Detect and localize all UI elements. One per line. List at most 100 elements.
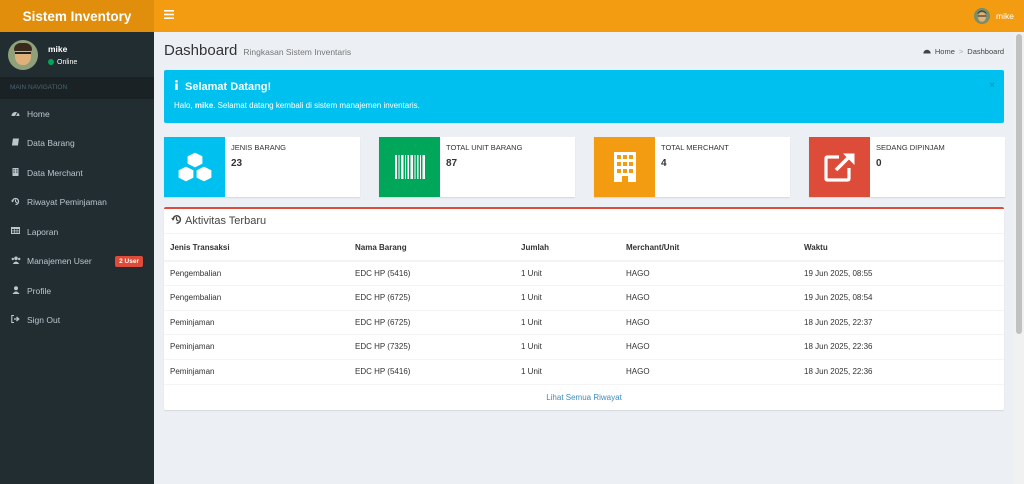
status-badge: Online — [48, 59, 77, 66]
app-title: Sistem Inventory — [22, 8, 132, 24]
top-navbar: mike — [154, 0, 1024, 32]
sign-out-icon — [11, 315, 20, 325]
activity-box: Aktivitas Terbaru Jenis Transaksi Nama B… — [164, 207, 1004, 410]
column-header: Waktu — [798, 234, 1004, 262]
page-subtitle: Ringkasan Sistem Inventaris — [243, 47, 352, 57]
alert-text-prefix: Halo, — [174, 101, 195, 110]
table-cell: EDC HP (6725) — [349, 309, 515, 335]
user-icon — [11, 285, 20, 296]
alert-text: Halo, mike. Selamat datang kembali di si… — [174, 101, 994, 110]
sidebar-item-data-merchant[interactable]: Data Merchant — [0, 158, 154, 188]
activity-table: Jenis Transaksi Nama Barang Jumlah Merch… — [164, 234, 1004, 384]
table-row: Pengembalian EDC HP (5416) 1 Unit HAGO 1… — [164, 260, 1004, 286]
info-label: SEDANG DIPINJAM — [876, 143, 945, 152]
column-header: Nama Barang — [349, 234, 515, 262]
table-row: Pengembalian EDC HP (6725) 1 Unit HAGO 1… — [164, 285, 1004, 310]
book-icon — [11, 138, 20, 148]
sidebar-item-profile[interactable]: Profile — [0, 276, 154, 306]
table-cell: 18 Jun 2025, 22:36 — [798, 358, 1004, 384]
alert-text-suffix: . Selamat datang kembali di sistem manaj… — [213, 101, 420, 110]
status-text: Online — [57, 58, 78, 66]
table-cell: HAGO — [620, 285, 798, 310]
barcode-icon — [379, 137, 440, 197]
view-all-history-link[interactable]: Lihat Semua Riwayat — [164, 383, 1004, 410]
user-panel: mike Online — [0, 32, 154, 77]
table-row: Peminjaman EDC HP (5416) 1 Unit HAGO 18 … — [164, 358, 1004, 384]
hamburger-icon[interactable] — [164, 10, 174, 22]
table-cell: EDC HP (6725) — [349, 285, 515, 310]
breadcrumb-separator: > — [958, 47, 964, 56]
cubes-icon — [164, 137, 225, 197]
sidebar-item-home[interactable]: Home — [0, 99, 154, 129]
sidebar-item-label: Home — [27, 108, 50, 119]
sidebar-item-data-barang[interactable]: Data Barang — [0, 129, 154, 159]
table-cell: 1 Unit — [515, 285, 620, 310]
table-header-row: Jenis Transaksi Nama Barang Jumlah Merch… — [164, 234, 1004, 262]
table-cell: 1 Unit — [515, 260, 620, 286]
sidebar-item-sign-out[interactable]: Sign Out — [0, 306, 154, 336]
page-scrollbar[interactable] — [1014, 32, 1024, 484]
online-dot-icon — [48, 59, 54, 65]
table-cell: 1 Unit — [515, 334, 620, 359]
alert-title-text: Selamat Datang! — [185, 80, 272, 93]
sidebar: mike Online MAIN NAVIGATION Home Data Ba… — [0, 32, 154, 484]
alert-user: mike — [194, 101, 214, 110]
page-title: Dashboard — [164, 42, 238, 59]
scrollbar-thumb[interactable] — [1016, 34, 1022, 334]
column-header: Merchant/Unit — [620, 234, 798, 262]
sidebar-item-laporan[interactable]: Laporan — [0, 217, 154, 247]
building-icon — [594, 137, 655, 197]
sidebar-item-label: Laporan — [27, 226, 59, 237]
info-box-total-merchant: TOTAL MERCHANT 4 — [594, 137, 790, 197]
welcome-alert: Selamat Datang! Halo, mike. Selamat data… — [164, 70, 1004, 123]
table-cell: Pengembalian — [164, 285, 349, 310]
sidebar-item-manajemen-user[interactable]: Manajemen User 2 User — [0, 247, 154, 277]
column-header: Jenis Transaksi — [164, 234, 349, 262]
info-value: 4 — [661, 158, 667, 169]
table-cell: HAGO — [620, 334, 798, 359]
table-row: Peminjaman EDC HP (7325) 1 Unit HAGO 18 … — [164, 334, 1004, 359]
breadcrumb-home[interactable]: Home — [935, 47, 955, 56]
avatar — [8, 39, 38, 70]
table-cell: Peminjaman — [164, 334, 349, 359]
history-icon — [11, 197, 20, 208]
sidebar-item-riwayat-peminjaman[interactable]: Riwayat Peminjaman — [0, 188, 154, 218]
breadcrumb-current: Dashboard — [967, 47, 1004, 56]
table-cell: 19 Jun 2025, 08:55 — [798, 260, 1004, 286]
table-cell: HAGO — [620, 309, 798, 335]
breadcrumb: Home > Dashboard — [923, 47, 1004, 56]
info-value: 0 — [876, 158, 882, 169]
navbar-user-name: mike — [996, 11, 1014, 21]
close-icon[interactable]: × — [989, 80, 995, 91]
info-box-sedang-dipinjam: SEDANG DIPINJAM 0 — [809, 137, 1005, 197]
table-cell: HAGO — [620, 260, 798, 286]
page-header: Dashboard Ringkasan Sistem Inventaris — [164, 42, 351, 59]
sidebar-item-label: Riwayat Peminjaman — [27, 197, 107, 208]
table-icon — [11, 227, 20, 236]
history-icon — [171, 214, 182, 228]
nav-header: MAIN NAVIGATION — [0, 77, 154, 99]
sidebar-item-label: Data Barang — [27, 138, 75, 149]
info-label: JENIS BARANG — [231, 143, 287, 152]
table-cell: Peminjaman — [164, 358, 349, 384]
table-cell: HAGO — [620, 358, 798, 384]
dashboard-icon — [11, 109, 20, 119]
info-value: 23 — [231, 158, 243, 169]
app-logo[interactable]: Sistem Inventory — [0, 0, 154, 32]
alert-title: Selamat Datang! — [174, 80, 994, 93]
main-content: Dashboard Ringkasan Sistem Inventaris Ho… — [154, 32, 1014, 484]
sidebar-item-label: Sign Out — [27, 315, 61, 326]
table-cell: EDC HP (7325) — [349, 334, 515, 359]
user-count-badge: 2 User — [115, 255, 143, 267]
info-box-total-unit-barang: TOTAL UNIT BARANG 87 — [379, 137, 575, 197]
users-icon — [11, 256, 21, 266]
table-cell: Pengembalian — [164, 260, 349, 286]
table-cell: EDC HP (5416) — [349, 260, 515, 286]
info-label: TOTAL MERCHANT — [661, 143, 729, 152]
sidebar-item-label: Data Merchant — [27, 167, 83, 178]
table-row: Peminjaman EDC HP (6725) 1 Unit HAGO 18 … — [164, 309, 1004, 335]
user-menu[interactable]: mike — [974, 8, 1014, 24]
external-link-icon — [809, 137, 870, 197]
sidebar-user-name: mike — [48, 43, 68, 54]
info-box-jenis-barang: JENIS BARANG 23 — [164, 137, 360, 197]
